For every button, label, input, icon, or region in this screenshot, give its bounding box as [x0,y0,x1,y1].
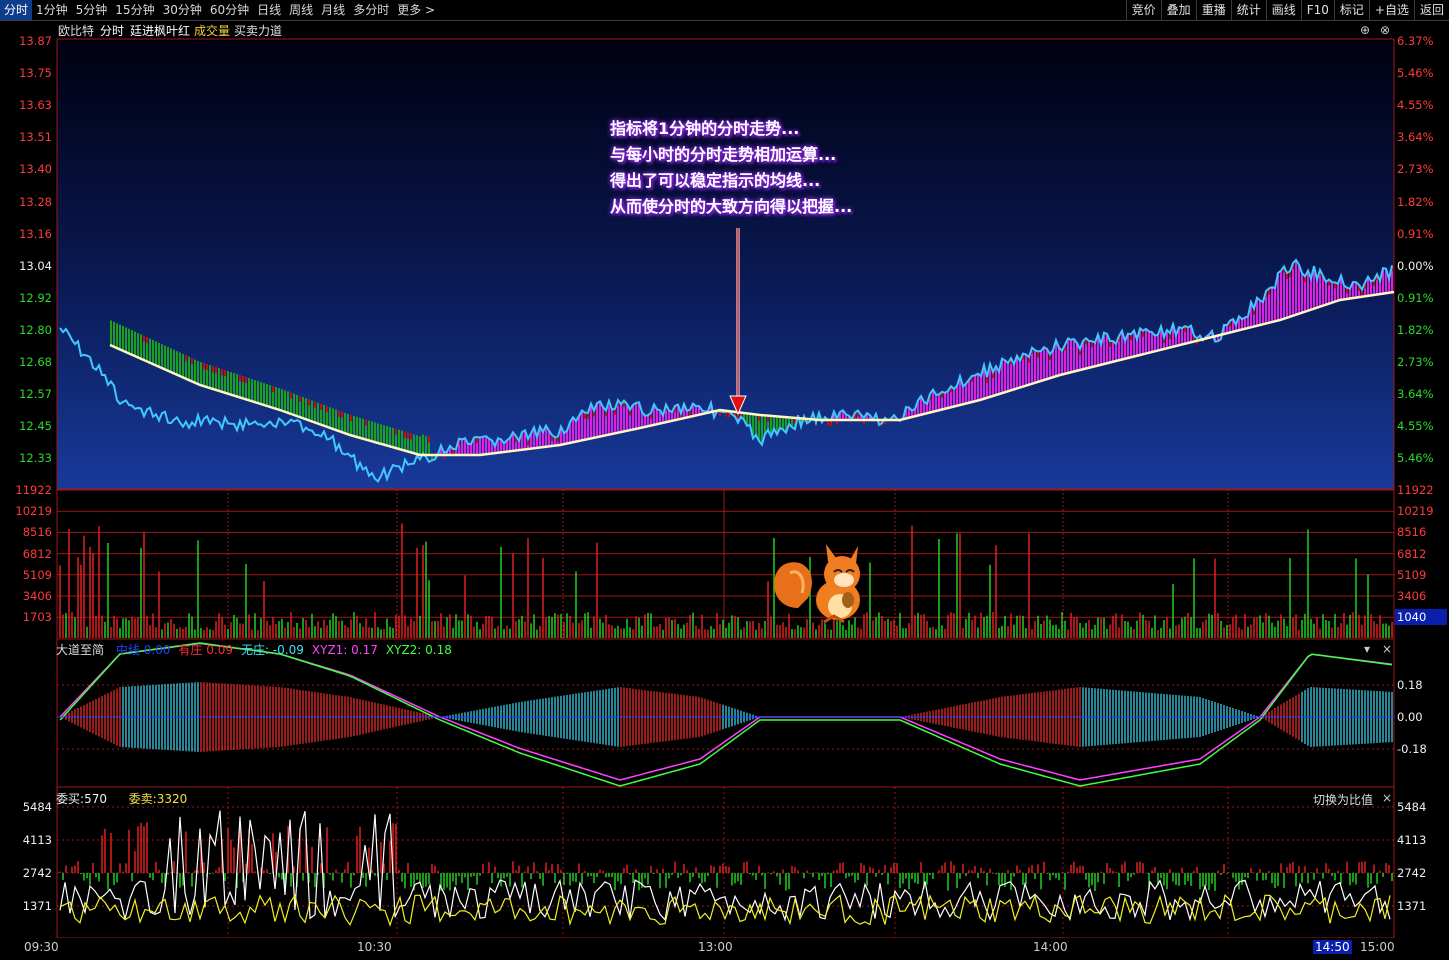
sell-value: 3320 [156,792,188,806]
indicator-item: 中线 0.00 [116,643,171,657]
volume-tick: 10219 [15,504,52,519]
volume-tick-right: 6812 [1397,546,1427,561]
order-tick-right: 2742 [1397,866,1427,880]
annotation-line: 从而使分时的大致方向得以把握... [610,197,853,216]
price-tick: 12.92 [19,290,52,305]
buy-value: 570 [84,792,107,806]
price-tick: 13.28 [19,194,52,209]
percent-tick: 2.73% [1397,162,1434,177]
price-tick: 12.33 [19,451,52,466]
percent-tick: 4.55% [1397,98,1434,113]
indicator-item: 无庄: -0.09 [240,643,304,657]
time-label: 09:30 [24,940,59,954]
price-tick: 13.51 [19,130,52,145]
order-panel-header: 委买:570 委卖:3320 [56,792,188,806]
indicator-tick: 0.18 [1397,678,1423,692]
indicator-item: 有庄 0.09 [178,643,233,657]
close-icon[interactable]: × [1382,642,1392,656]
volume-current-flag: 1040 [1395,609,1447,625]
volume-tick-right: 11922 [1397,483,1434,497]
volume-tick-right: 8516 [1397,525,1427,540]
volume-tick-right: 5109 [1397,567,1427,582]
squirrel-mascot-icon [774,544,860,624]
indicator-item-value: 0.09 [206,643,233,657]
percent-tick: 3.64% [1397,130,1434,145]
price-tick: 12.80 [19,322,52,337]
indicator-item-value: 0.00 [143,643,171,657]
order-tick-right: 4113 [1397,833,1427,847]
indicator-item-label: 有庄 [178,643,203,657]
percent-tick: 4.55% [1397,419,1434,434]
order-tick: 5484 [22,800,52,814]
percent-tick: 1.82% [1397,322,1434,337]
annotation-line: 与每小时的分时走势相加运算... [610,145,837,164]
indicator-item-label: XYZ2 [385,643,418,657]
price-tick: 13.16 [19,226,52,241]
indicator-panel-name: 大道至简 [56,643,105,657]
indicator-item-value: -0.09 [272,643,304,657]
percent-tick: 0.00% [1397,258,1434,273]
percent-tick: 2.73% [1397,355,1434,369]
price-tick: 13.63 [19,98,52,113]
time-label: 14:50 [1313,940,1352,954]
price-tick: 12.68 [19,355,52,369]
price-tick: 13.75 [19,66,52,81]
percent-tick: 0.91% [1397,290,1434,305]
toggle-ratio-button[interactable]: 切换为比值 [1313,791,1373,808]
percent-tick: 6.37% [1397,34,1434,48]
volume-tick: 5109 [22,567,52,582]
indicator-item: XYZ1: 0.17 [311,643,378,657]
price-panel-bg [57,39,1394,489]
percent-tick: 5.46% [1397,451,1434,466]
price-tick: 13.04 [19,258,52,273]
percent-tick: 5.46% [1397,66,1434,81]
volume-tick: 11922 [15,483,52,497]
volume-tick-right: 3406 [1397,589,1427,603]
close-icon[interactable]: × [1382,791,1392,805]
time-label: 13:00 [698,940,733,954]
dropdown-icon[interactable]: ▾ [1364,642,1370,656]
price-tick: 12.45 [19,419,52,434]
annotation-line: 指标将1分钟的分时走势... [610,119,800,138]
volume-tick: 6812 [22,546,52,561]
indicator-item-value: 0.17 [351,643,378,657]
order-tick: 2742 [22,866,52,880]
price-tick: 13.87 [19,34,52,48]
volume-tick: 8516 [22,525,52,540]
volume-tick-right: 10219 [1397,504,1434,519]
volume-tick: 1703 [22,610,52,625]
indicator-item: XYZ2: 0.18 [385,643,452,657]
indicator-panel-header: 大道至简 中线 0.00 有庄 0.09 无庄: -0.09 XYZ1: 0.17 XY… [56,641,452,658]
annotation-line: 得出了可以稳定指示的均线... [610,171,821,190]
indicator-tick: -0.18 [1397,742,1427,756]
order-tick-right: 5484 [1397,800,1427,814]
percent-tick: 3.64% [1397,387,1434,402]
price-tick: 13.40 [19,162,52,177]
indicator-item-label: 中线 [115,643,140,657]
percent-tick: 1.82% [1397,194,1434,209]
order-tick: 4113 [22,833,52,847]
volume-tick: 3406 [22,589,52,603]
time-label: 10:30 [357,940,392,954]
indicator-item-label: 无庄 [240,643,265,657]
order-tick: 1371 [22,899,52,913]
time-label: 15:00 [1360,940,1395,954]
indicator-tick: 0.00 [1397,710,1423,724]
percent-tick: 0.91% [1397,226,1434,241]
time-label: 14:00 [1033,940,1068,954]
indicator-item-value: 0.18 [425,643,452,657]
annotation-text: 指标将1分钟的分时走势... 与每小时的分时走势相加运算... 得出了可以稳定指示的… [610,116,930,220]
price-tick: 12.57 [19,387,52,402]
buy-label: 委买 [56,792,81,806]
sell-label: 委卖 [128,792,153,806]
indicator-item-label: XYZ1 [311,643,344,657]
order-tick-right: 1371 [1397,899,1427,913]
